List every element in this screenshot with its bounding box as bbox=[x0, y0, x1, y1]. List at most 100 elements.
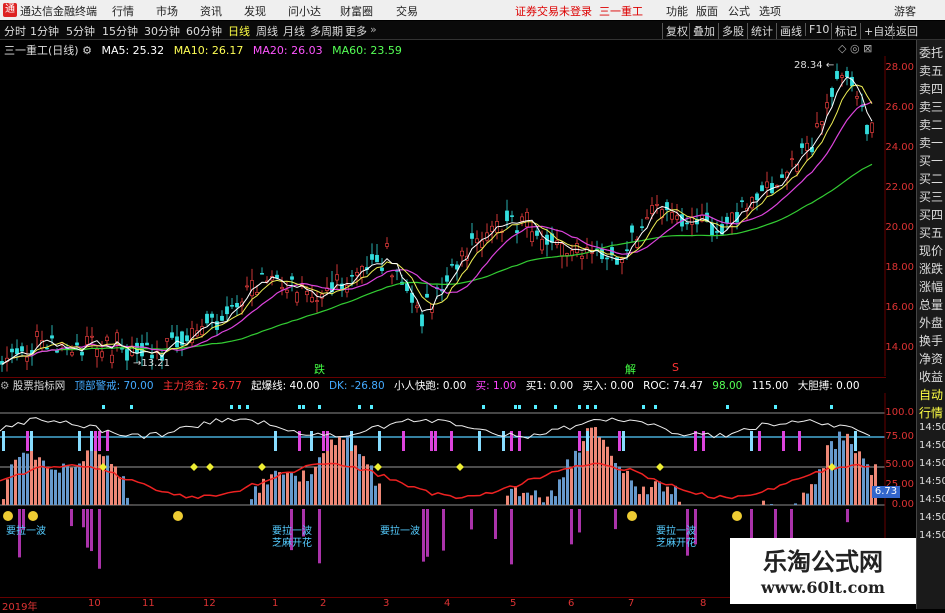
price-tick: 24.00 bbox=[885, 142, 914, 153]
candle-body bbox=[645, 217, 648, 218]
side-panel-item[interactable]: 14:50 bbox=[919, 440, 945, 451]
indicator-bar bbox=[110, 464, 113, 505]
restore-icon[interactable]: ◎ bbox=[850, 42, 860, 55]
indicator-bar bbox=[98, 454, 101, 505]
menu-item-trade[interactable]: 交易 bbox=[396, 3, 418, 19]
side-panel-item[interactable]: 现价 bbox=[919, 242, 943, 259]
stats-button[interactable]: 统计 bbox=[747, 23, 773, 39]
adjust-button[interactable]: 复权 bbox=[662, 23, 688, 39]
period-tab-more[interactable]: 更多 bbox=[345, 23, 367, 39]
back-button[interactable]: 返回 bbox=[892, 23, 918, 39]
mark-button[interactable]: 标记 bbox=[831, 23, 857, 39]
draw-line-button[interactable]: 画线 bbox=[776, 23, 802, 39]
menu-item-quotes[interactable]: 行情 bbox=[112, 3, 134, 19]
candlestick-chart[interactable] bbox=[0, 56, 886, 376]
side-panel-item[interactable]: 14:50 bbox=[919, 530, 945, 541]
signal-bar bbox=[350, 431, 353, 451]
more-chevron-icon[interactable]: » bbox=[370, 23, 377, 36]
side-panel-item[interactable]: 行情 bbox=[919, 404, 943, 421]
side-panel-item[interactable]: 卖四 bbox=[919, 80, 943, 97]
side-panel-item[interactable]: 卖二 bbox=[919, 116, 943, 133]
side-panel-item[interactable]: 净资 bbox=[919, 350, 943, 367]
side-panel-item[interactable]: 买五 bbox=[919, 224, 943, 241]
negative-bar bbox=[70, 509, 73, 526]
candle-body bbox=[765, 182, 768, 188]
indicator-bar bbox=[562, 477, 565, 505]
period-tab-weekly[interactable]: 周线 bbox=[256, 23, 278, 39]
side-panel-item[interactable]: 委托 bbox=[919, 44, 943, 61]
f10-button[interactable]: F10 bbox=[805, 23, 829, 36]
guest-label[interactable]: 游客 bbox=[894, 3, 916, 19]
period-tab-daily[interactable]: 日线 bbox=[228, 23, 250, 39]
indicator-bar bbox=[578, 453, 581, 505]
diamond-icon[interactable]: ◇ bbox=[838, 42, 846, 55]
side-panel-item[interactable]: 涨幅 bbox=[919, 278, 943, 295]
menu-item-market[interactable]: 市场 bbox=[156, 3, 178, 19]
period-tab-multi[interactable]: 多周期 bbox=[310, 23, 343, 39]
candle-body bbox=[825, 103, 828, 108]
candle-body bbox=[85, 337, 88, 345]
menu-item-ask[interactable]: 问小达 bbox=[288, 3, 321, 19]
indicator-bar bbox=[330, 440, 333, 505]
side-panel-item[interactable]: 14:50 bbox=[919, 476, 945, 487]
period-tab-15min[interactable]: 15分钟 bbox=[102, 23, 138, 39]
price-tick: 20.00 bbox=[885, 222, 914, 233]
menu-item-layout[interactable]: 版面 bbox=[696, 3, 718, 19]
side-panel-item[interactable]: 买三 bbox=[919, 188, 943, 205]
indicator-bar bbox=[322, 453, 325, 505]
side-panel-item[interactable]: 涨跌 bbox=[919, 260, 943, 277]
period-tab-60min[interactable]: 60分钟 bbox=[186, 23, 222, 39]
indicator-bar bbox=[854, 453, 857, 505]
side-panel-item[interactable]: 买二 bbox=[919, 170, 943, 187]
side-panel-item[interactable]: 14:50 bbox=[919, 494, 945, 505]
period-tab-30min[interactable]: 30分钟 bbox=[144, 23, 180, 39]
candle-body bbox=[575, 243, 578, 252]
menu-item-options[interactable]: 选项 bbox=[759, 3, 781, 19]
menu-item-function[interactable]: 功能 bbox=[666, 3, 688, 19]
period-tab-5min[interactable]: 5分钟 bbox=[66, 23, 95, 39]
price-axis: 28.00 26.00 24.00 22.00 20.00 18.00 16.0… bbox=[886, 56, 914, 376]
overlay-button[interactable]: 叠加 bbox=[689, 23, 715, 39]
indicator-name[interactable]: 股票指标网 bbox=[13, 380, 66, 392]
indicator-bar bbox=[290, 472, 293, 505]
period-tab-monthly[interactable]: 月线 bbox=[283, 23, 305, 39]
signal-dot bbox=[238, 405, 241, 409]
multi-stock-button[interactable]: 多股 bbox=[718, 23, 744, 39]
indicator-bar bbox=[354, 445, 357, 505]
indicator-settings-icon[interactable]: ⚙ bbox=[0, 380, 9, 392]
indicator-bar bbox=[18, 457, 21, 505]
signal-bar bbox=[450, 431, 453, 451]
side-panel-item[interactable]: 卖三 bbox=[919, 98, 943, 115]
period-tab-1min[interactable]: 1分钟 bbox=[30, 23, 59, 39]
candle-body bbox=[630, 226, 633, 232]
side-panel-item[interactable]: 卖五 bbox=[919, 62, 943, 79]
menu-item-news[interactable]: 资讯 bbox=[200, 3, 222, 19]
side-panel-item[interactable]: 自动 bbox=[919, 386, 943, 403]
side-panel-item[interactable]: 买四 bbox=[919, 206, 943, 223]
period-tab-timeshare[interactable]: 分时 bbox=[4, 23, 26, 39]
date-tick: 11 bbox=[142, 598, 155, 609]
indicator-bar bbox=[22, 453, 25, 505]
side-panel-item[interactable]: 收益 bbox=[919, 368, 943, 385]
candle-body bbox=[605, 258, 608, 259]
side-panel-item[interactable]: 14:50 bbox=[919, 422, 945, 433]
close-icon[interactable]: ⊠ bbox=[863, 42, 872, 55]
side-panel-item[interactable]: 14:50 bbox=[919, 512, 945, 523]
menu-item-discover[interactable]: 发现 bbox=[244, 3, 266, 19]
side-panel-item[interactable]: 外盘 bbox=[919, 314, 943, 331]
candle-body bbox=[525, 212, 528, 226]
signal-bar bbox=[274, 431, 277, 451]
date-tick: 5 bbox=[510, 598, 516, 609]
ma5-line bbox=[2, 77, 872, 364]
indicator-bar bbox=[618, 466, 621, 505]
side-panel-item[interactable]: 换手 bbox=[919, 332, 943, 349]
side-panel-item[interactable]: 卖一 bbox=[919, 134, 943, 151]
add-watchlist-button[interactable]: +自选 bbox=[860, 23, 895, 39]
side-panel-item[interactable]: 总量 bbox=[919, 296, 943, 313]
signal-bar bbox=[94, 431, 97, 451]
indicator-bar bbox=[558, 479, 561, 505]
menu-item-wealth[interactable]: 财富圈 bbox=[340, 3, 373, 19]
side-panel-item[interactable]: 14:50 bbox=[919, 458, 945, 469]
menu-item-formula[interactable]: 公式 bbox=[728, 3, 750, 19]
side-panel-item[interactable]: 买一 bbox=[919, 152, 943, 169]
